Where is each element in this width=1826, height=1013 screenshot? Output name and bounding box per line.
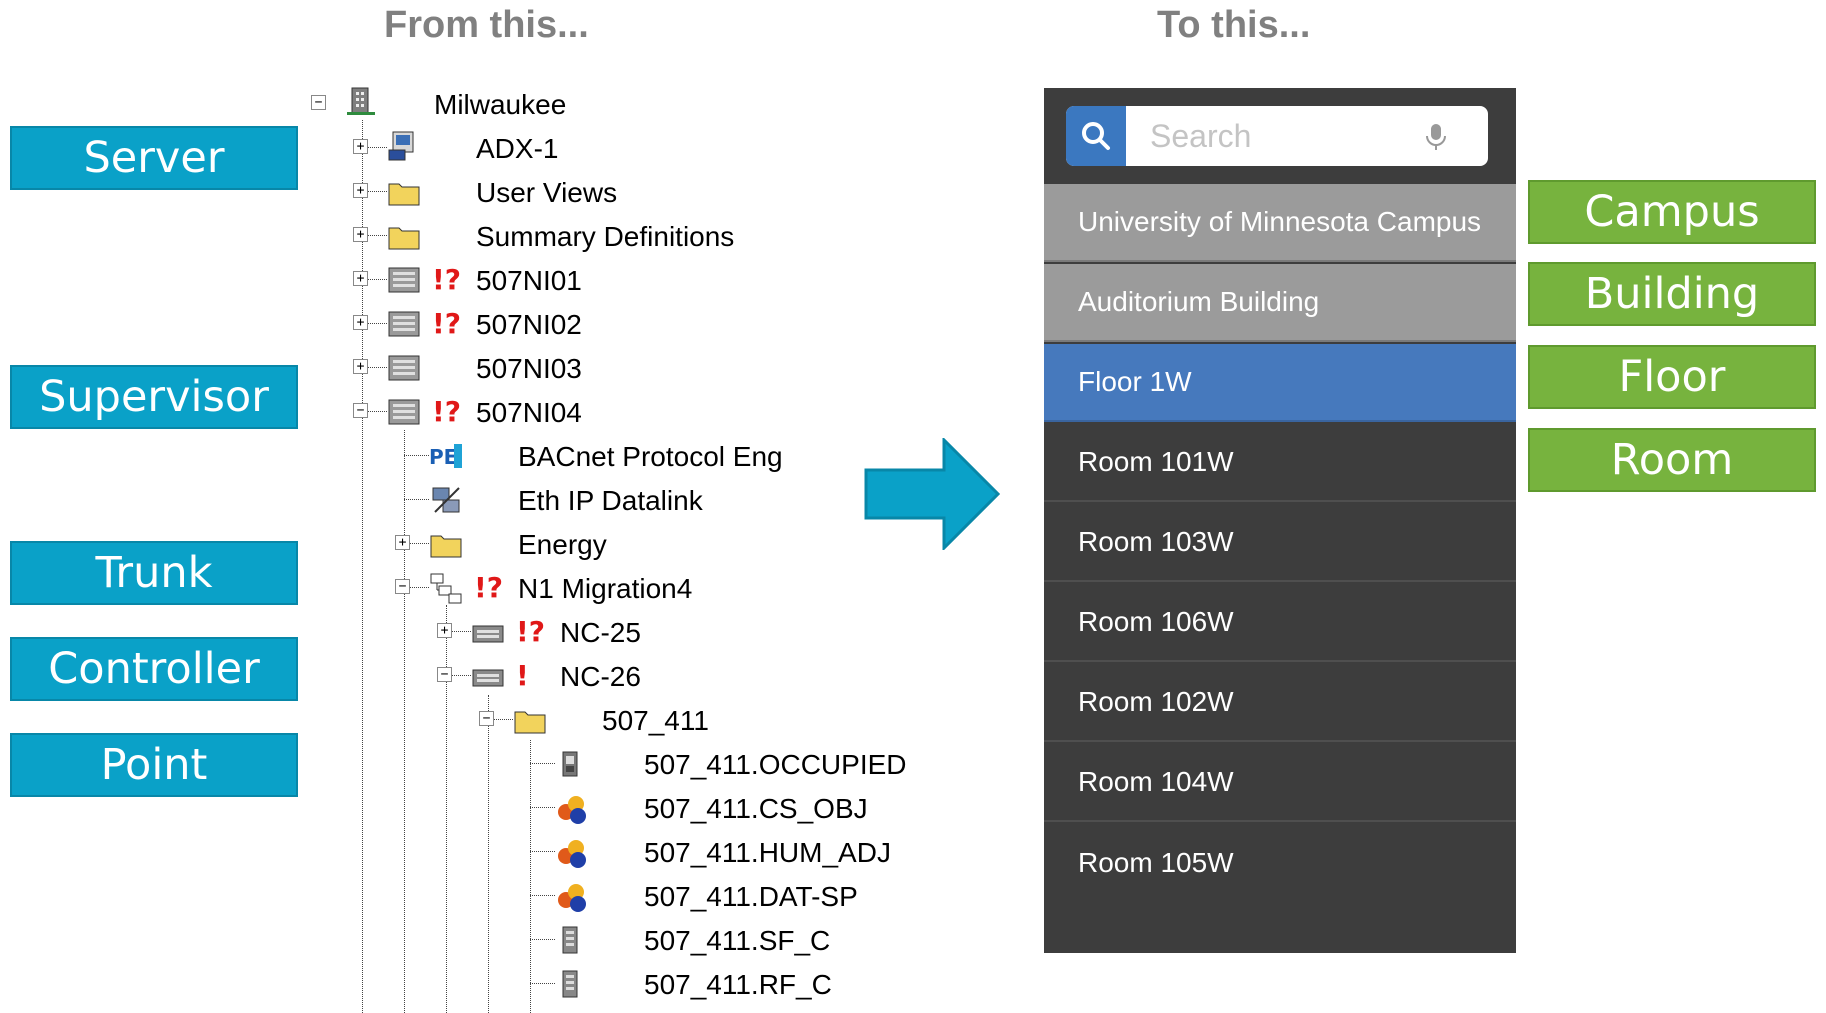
- nav-row-room[interactable]: Room 106W: [1044, 584, 1516, 662]
- folder-icon: [514, 711, 546, 734]
- nav-row-room[interactable]: Room 102W: [1044, 664, 1516, 742]
- device-icon: [388, 267, 420, 293]
- tree-node-label[interactable]: ADX-1: [476, 129, 558, 169]
- tree-node-label[interactable]: Energy: [518, 525, 607, 565]
- nav-row-label: Room 102W: [1078, 686, 1234, 717]
- tag-building: Building: [1528, 262, 1816, 326]
- nav-row-label: Room 104W: [1078, 766, 1234, 797]
- nav-row-campus[interactable]: University of Minnesota Campus: [1044, 184, 1516, 262]
- nav-row-room[interactable]: Room 104W: [1044, 744, 1516, 822]
- device-icon: [388, 355, 420, 381]
- search-input[interactable]: Search: [1150, 106, 1251, 166]
- nav-row-room[interactable]: Room 103W: [1044, 504, 1516, 582]
- object-icon: [558, 840, 586, 868]
- nav-row-label: Room 106W: [1078, 606, 1234, 637]
- nav-row-label: Room 101W: [1078, 446, 1234, 477]
- nav-row-room[interactable]: Room 105W: [1044, 824, 1516, 902]
- nav-row-label: Auditorium Building: [1078, 286, 1320, 317]
- warning-indicator: !?: [432, 307, 462, 340]
- datalink-icon: [432, 487, 460, 513]
- warning-indicator: !?: [432, 263, 462, 296]
- microphone-icon[interactable]: [1424, 122, 1448, 152]
- nav-row-building[interactable]: Auditorium Building: [1044, 264, 1516, 342]
- network-icon: [430, 573, 462, 604]
- nav-row-label: University of Minnesota Campus: [1078, 206, 1482, 237]
- tree-node-label[interactable]: 507NI02: [476, 305, 582, 345]
- tree-node-label[interactable]: 507_411.CS_OBJ: [644, 789, 868, 829]
- analog-point-icon: [562, 970, 578, 998]
- warning-indicator: !?: [474, 571, 504, 604]
- collapse-toggle[interactable]: −: [479, 711, 494, 726]
- warning-indicator: !: [516, 659, 529, 692]
- search-bar[interactable]: Search: [1066, 106, 1488, 166]
- expand-toggle[interactable]: +: [353, 359, 368, 374]
- tag-room: Room: [1528, 428, 1816, 492]
- tree-node-label[interactable]: 507_411: [602, 701, 709, 741]
- warning-indicator: !?: [516, 615, 546, 648]
- folder-icon: [388, 227, 420, 250]
- tree-node-label[interactable]: 507_411.HUM_ADJ: [644, 833, 891, 873]
- svg-text:PE: PE: [429, 445, 457, 469]
- expand-toggle[interactable]: +: [395, 535, 410, 550]
- tag-campus: Campus: [1528, 180, 1816, 244]
- nav-row-label: Floor 1W: [1078, 366, 1192, 397]
- tree-node-label[interactable]: 507_411.SF_C: [644, 921, 830, 961]
- expand-toggle[interactable]: +: [353, 271, 368, 286]
- folder-icon: [388, 183, 420, 206]
- collapse-toggle[interactable]: −: [311, 95, 326, 110]
- tree-node-label[interactable]: User Views: [476, 173, 617, 213]
- object-icon: [558, 796, 586, 824]
- device-icon: [388, 399, 420, 425]
- tag-floor: Floor: [1528, 345, 1816, 409]
- analog-point-icon: [562, 926, 578, 954]
- tree-node-label[interactable]: Milwaukee: [434, 85, 566, 125]
- nav-row-label: Room 103W: [1078, 526, 1234, 557]
- search-icon[interactable]: [1066, 106, 1126, 166]
- nav-row-floor[interactable]: Floor 1W: [1044, 344, 1516, 422]
- collapse-toggle[interactable]: −: [437, 667, 452, 682]
- tree-node-label[interactable]: 507_411.OCCUPIED: [644, 745, 907, 785]
- expand-toggle[interactable]: +: [353, 227, 368, 242]
- tree-node-label[interactable]: NC-26: [560, 657, 641, 697]
- tree-node-label[interactable]: N1 Migration4: [518, 569, 692, 609]
- tree-node-label[interactable]: Eth IP Datalink: [518, 481, 703, 521]
- tree-node-label[interactable]: NC-25: [560, 613, 641, 653]
- nav-row-room[interactable]: Room 101W: [1044, 424, 1516, 502]
- collapse-toggle[interactable]: −: [353, 403, 368, 418]
- nav-row-label: Room 105W: [1078, 847, 1234, 878]
- protocol-engine-icon: PE: [429, 444, 462, 469]
- controller-icon: [472, 669, 504, 687]
- mobile-nav-panel: Search University of Minnesota Campus Au…: [1044, 88, 1516, 953]
- collapse-toggle[interactable]: −: [395, 579, 410, 594]
- tree-node-label[interactable]: Summary Definitions: [476, 217, 734, 257]
- building-icon: [347, 87, 375, 115]
- tree-node-label[interactable]: BACnet Protocol Eng: [518, 437, 783, 477]
- server-icon: [388, 131, 414, 161]
- transition-arrow-icon: [864, 438, 1000, 550]
- controller-icon: [472, 625, 504, 643]
- expand-toggle[interactable]: +: [353, 183, 368, 198]
- tree-node-label[interactable]: 507NI03: [476, 349, 582, 389]
- expand-toggle[interactable]: +: [353, 315, 368, 330]
- folder-icon: [430, 535, 462, 558]
- expand-toggle[interactable]: +: [353, 139, 368, 154]
- expand-toggle[interactable]: +: [437, 623, 452, 638]
- warning-indicator: !?: [432, 395, 462, 428]
- object-icon: [558, 884, 586, 912]
- device-icon: [388, 311, 420, 337]
- binary-point-icon: [562, 751, 578, 777]
- tree-node-label[interactable]: 507NI04: [476, 393, 582, 433]
- tree-node-label[interactable]: 507_411.DAT-SP: [644, 877, 858, 917]
- tree-node-label[interactable]: 507NI01: [476, 261, 582, 301]
- tree-node-label[interactable]: 507_411.RF_C: [644, 965, 832, 1005]
